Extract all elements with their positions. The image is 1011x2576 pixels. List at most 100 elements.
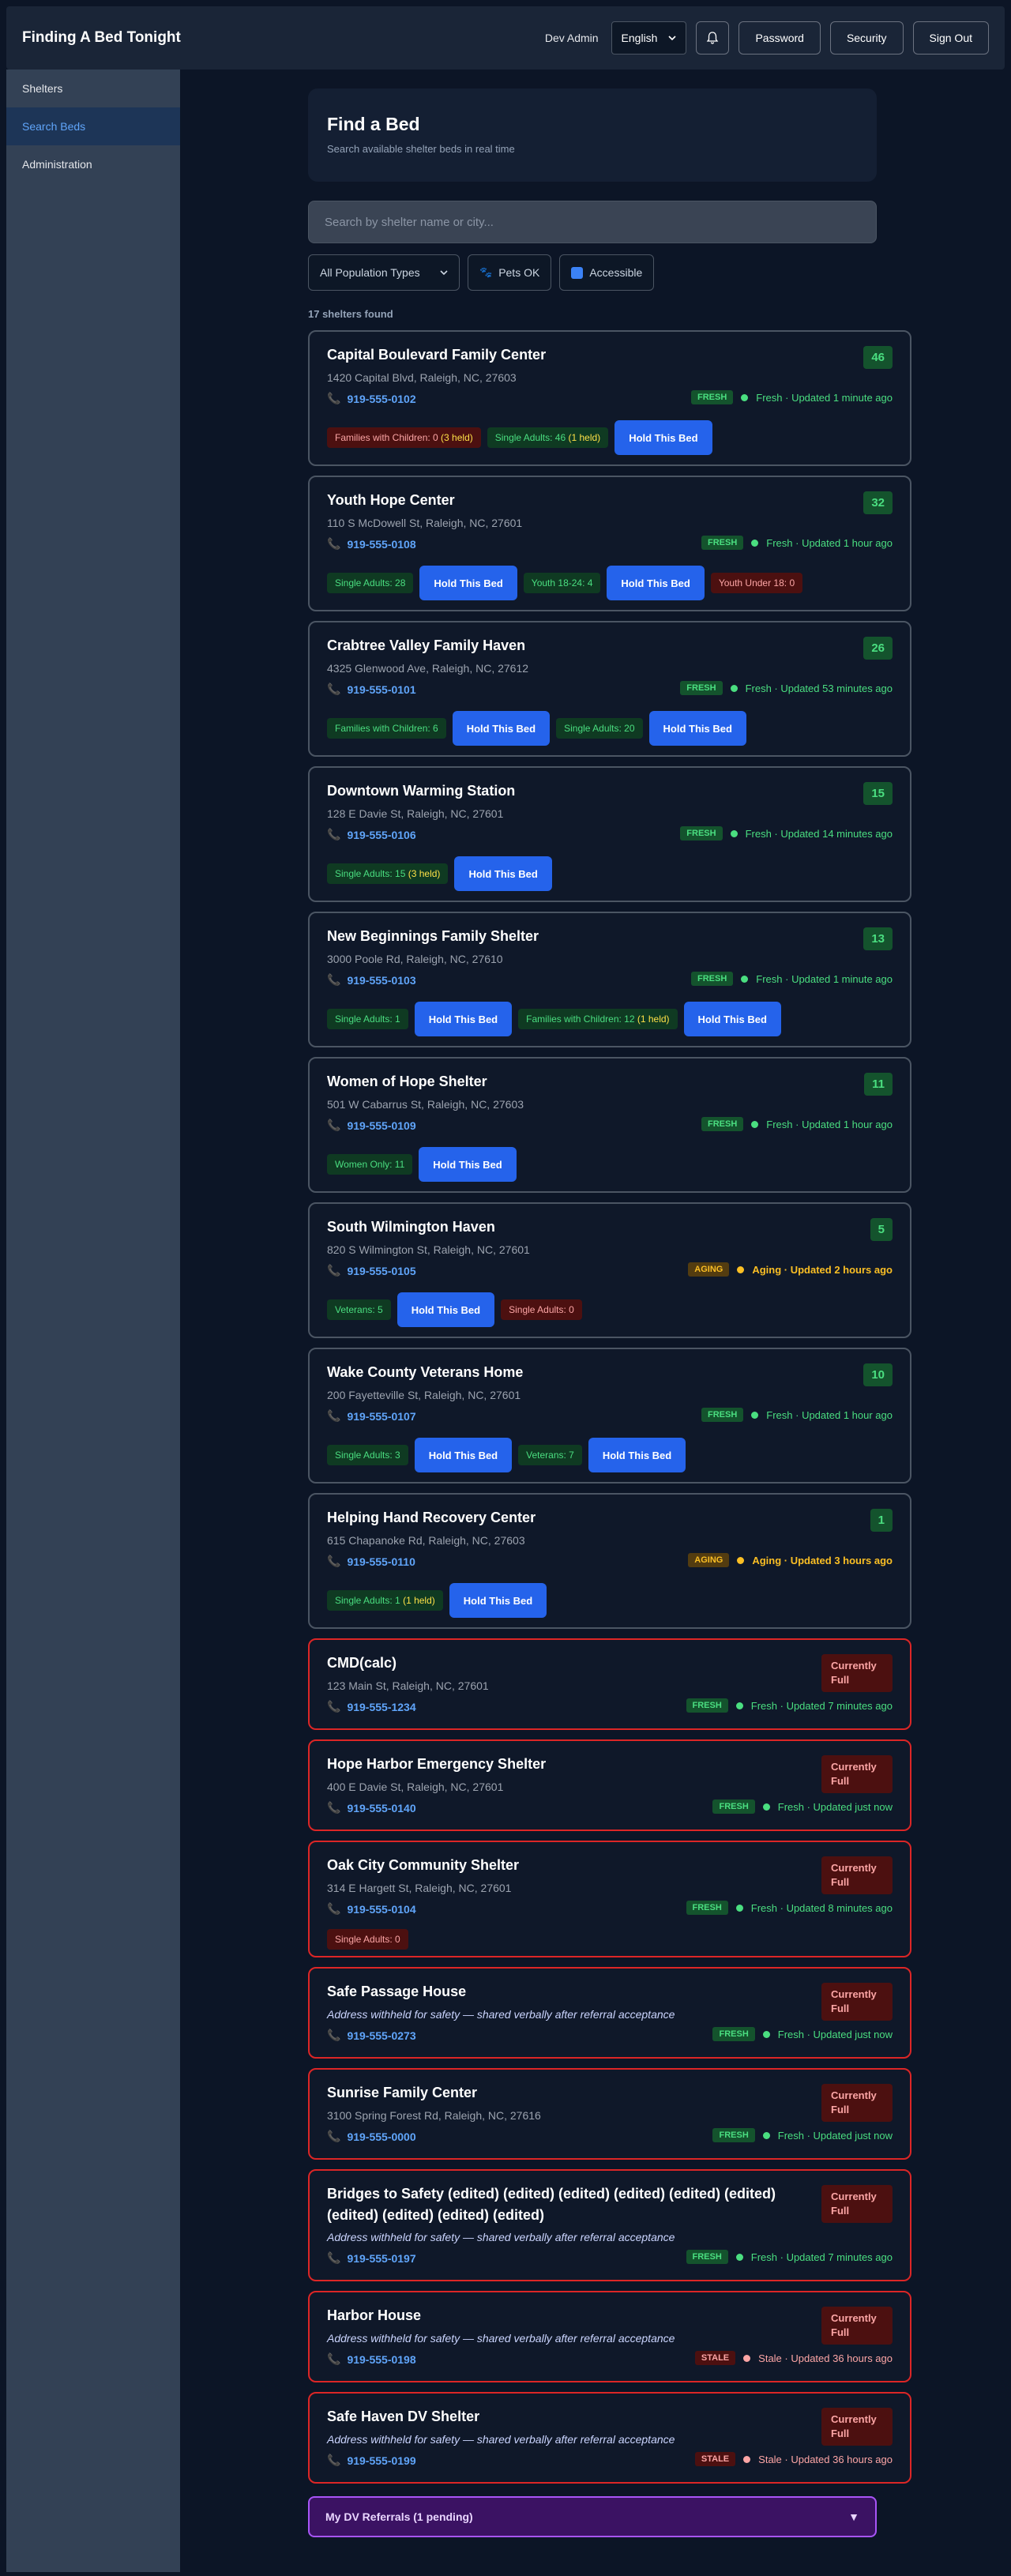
hold-bed-button[interactable]: Hold This Bed bbox=[419, 566, 517, 600]
language-select[interactable]: English bbox=[611, 21, 687, 55]
hold-bed-button[interactable]: Hold This Bed bbox=[454, 856, 552, 891]
shelter-card[interactable]: Crabtree Valley Family Haven 4325 Glenwoo… bbox=[308, 621, 911, 757]
shelter-phone-link[interactable]: 📞 919-555-1234 bbox=[327, 1700, 416, 1713]
shelter-name[interactable]: New Beginnings Family Shelter bbox=[327, 926, 539, 947]
phone-icon: 📞 bbox=[327, 1801, 341, 1814]
shelter-name[interactable]: Helping Hand Recovery Center bbox=[327, 1507, 536, 1529]
shelter-name[interactable]: Oak City Community Shelter bbox=[327, 1855, 519, 1876]
shelter-card[interactable]: Capital Boulevard Family Center 1420 Capi… bbox=[308, 330, 911, 466]
password-button[interactable]: Password bbox=[739, 21, 821, 55]
sidebar-item-shelters[interactable]: Shelters bbox=[6, 70, 180, 107]
notifications-button[interactable] bbox=[696, 21, 730, 55]
shelter-phone-link[interactable]: 📞 919-555-0104 bbox=[327, 1902, 416, 1916]
hold-bed-button[interactable]: Hold This Bed bbox=[607, 566, 705, 600]
accessible-filter[interactable]: Accessible bbox=[559, 254, 655, 291]
security-button[interactable]: Security bbox=[829, 21, 904, 55]
phone-number[interactable]: 919-555-0103 bbox=[347, 974, 415, 987]
shelter-phone-link[interactable]: 📞 919-555-0101 bbox=[327, 683, 416, 696]
phone-number[interactable]: 919-555-0104 bbox=[347, 1903, 415, 1916]
pets-ok-filter[interactable]: 🐾 Pets OK bbox=[468, 254, 552, 291]
shelter-card[interactable]: Safe Passage House Address withheld for s… bbox=[308, 1967, 911, 2059]
phone-number[interactable]: 919-555-0110 bbox=[347, 1555, 415, 1568]
phone-number[interactable]: 919-555-0198 bbox=[347, 2353, 415, 2366]
phone-number[interactable]: 919-555-0101 bbox=[347, 683, 415, 696]
shelter-name[interactable]: Hope Harbor Emergency Shelter bbox=[327, 1754, 546, 1775]
hold-bed-button[interactable]: Hold This Bed bbox=[614, 420, 712, 455]
shelter-name[interactable]: Capital Boulevard Family Center bbox=[327, 344, 546, 366]
shelter-name[interactable]: Harbor House bbox=[327, 2305, 421, 2326]
hold-bed-button[interactable]: Hold This Bed bbox=[414, 1002, 513, 1036]
phone-icon: 📞 bbox=[327, 973, 341, 986]
shelter-card[interactable]: CMD(calc) 123 Main St, Raleigh, NC, 27601… bbox=[308, 1638, 911, 1730]
shelter-name[interactable]: Wake County Veterans Home bbox=[327, 1362, 523, 1383]
shelter-phone-link[interactable]: 📞 919-555-0197 bbox=[327, 2251, 416, 2265]
sign-out-button[interactable]: Sign Out bbox=[912, 21, 989, 55]
shelter-card[interactable]: Downtown Warming Station 128 E Davie St, … bbox=[308, 766, 911, 902]
phone-number[interactable]: 919-555-0107 bbox=[347, 1410, 415, 1423]
shelter-name[interactable]: Youth Hope Center bbox=[327, 490, 455, 511]
phone-number[interactable]: 919-555-0140 bbox=[347, 1802, 415, 1814]
shelter-phone-link[interactable]: 📞 919-555-0199 bbox=[327, 2454, 416, 2467]
phone-number[interactable]: 919-555-1234 bbox=[347, 1701, 415, 1713]
population-row: Women Only: 11 Hold This Bed bbox=[327, 1147, 517, 1182]
hold-bed-button[interactable]: Hold This Bed bbox=[648, 711, 746, 746]
shelter-phone-link[interactable]: 📞 919-555-0105 bbox=[327, 1264, 416, 1277]
shelter-name[interactable]: South Wilmington Haven bbox=[327, 1217, 495, 1238]
shelter-card[interactable]: Sunrise Family Center 3100 Spring Forest … bbox=[308, 2068, 911, 2160]
phone-number[interactable]: 919-555-0199 bbox=[347, 2454, 415, 2467]
hold-bed-button[interactable]: Hold This Bed bbox=[449, 1583, 547, 1618]
shelter-phone-link[interactable]: 📞 919-555-0108 bbox=[327, 537, 416, 551]
dv-referrals-toggle[interactable]: My DV Referrals (1 pending) ▼ bbox=[308, 2496, 877, 2537]
shelter-name[interactable]: Crabtree Valley Family Haven bbox=[327, 635, 525, 656]
shelter-phone-link[interactable]: 📞 919-555-0273 bbox=[327, 2029, 416, 2042]
phone-number[interactable]: 919-555-0197 bbox=[347, 2252, 415, 2265]
shelter-phone-link[interactable]: 📞 919-555-0110 bbox=[327, 1555, 415, 1568]
shelter-phone-link[interactable]: 📞 919-555-0140 bbox=[327, 1801, 416, 1814]
shelter-name[interactable]: Bridges to Safety (edited) (edited) (edi… bbox=[327, 2183, 801, 2226]
shelter-card[interactable]: Youth Hope Center 110 S McDowell St, Rale… bbox=[308, 476, 911, 611]
shelter-card[interactable]: Helping Hand Recovery Center 615 Chapanok… bbox=[308, 1493, 911, 1629]
phone-number[interactable]: 919-555-0106 bbox=[347, 829, 415, 841]
sidebar-item-administration[interactable]: Administration bbox=[6, 145, 180, 183]
shelter-name[interactable]: CMD(calc) bbox=[327, 1653, 397, 1674]
shelter-card[interactable]: Oak City Community Shelter 314 E Hargett … bbox=[308, 1841, 911, 1957]
phone-number[interactable]: 919-555-0105 bbox=[347, 1265, 415, 1277]
shelter-phone-link[interactable]: 📞 919-555-0102 bbox=[327, 392, 416, 405]
shelter-card[interactable]: Bridges to Safety (edited) (edited) (edi… bbox=[308, 2169, 911, 2281]
hold-bed-button[interactable]: Hold This Bed bbox=[419, 1147, 517, 1182]
shelter-phone-link[interactable]: 📞 919-555-0109 bbox=[327, 1119, 416, 1132]
shelter-name[interactable]: Safe Passage House bbox=[327, 1981, 466, 2003]
shelter-name[interactable]: Sunrise Family Center bbox=[327, 2082, 477, 2104]
phone-number[interactable]: 919-555-0273 bbox=[347, 2029, 415, 2042]
shelter-card[interactable]: Harbor House Address withheld for safety … bbox=[308, 2291, 911, 2382]
hold-bed-button[interactable]: Hold This Bed bbox=[414, 1438, 513, 1472]
shelter-phone-link[interactable]: 📞 919-555-0103 bbox=[327, 973, 416, 987]
shelter-phone-link[interactable]: 📞 919-555-0106 bbox=[327, 828, 416, 841]
shelter-card[interactable]: South Wilmington Haven 820 S Wilmington S… bbox=[308, 1202, 911, 1338]
phone-number[interactable]: 919-555-0109 bbox=[347, 1119, 415, 1132]
shelter-card[interactable]: Wake County Veterans Home 200 Fayettevill… bbox=[308, 1348, 911, 1484]
sidebar-item-search-beds[interactable]: Search Beds bbox=[6, 107, 180, 145]
shelter-phone-link[interactable]: 📞 919-555-0107 bbox=[327, 1409, 416, 1423]
hold-bed-button[interactable]: Hold This Bed bbox=[683, 1002, 781, 1036]
phone-number[interactable]: 919-555-0108 bbox=[347, 538, 415, 551]
search-input[interactable]: Search by shelter name or city... bbox=[308, 201, 877, 243]
shelter-name[interactable]: Women of Hope Shelter bbox=[327, 1071, 487, 1092]
shelter-phone-link[interactable]: 📞 919-555-0000 bbox=[327, 2130, 416, 2143]
phone-number[interactable]: 919-555-0000 bbox=[347, 2130, 415, 2143]
app-title[interactable]: Finding A Bed Tonight bbox=[22, 29, 181, 47]
shelter-card[interactable]: New Beginnings Family Shelter 3000 Poole … bbox=[308, 912, 911, 1047]
shelter-card[interactable]: Hope Harbor Emergency Shelter 400 E Davie… bbox=[308, 1739, 911, 1831]
bell-icon bbox=[707, 32, 719, 44]
shelter-card[interactable]: Safe Haven DV Shelter Address withheld fo… bbox=[308, 2392, 911, 2484]
shelter-phone-link[interactable]: 📞 919-555-0198 bbox=[327, 2352, 416, 2366]
shelter-card[interactable]: Women of Hope Shelter 501 W Cabarrus St, … bbox=[308, 1057, 911, 1193]
hold-bed-button[interactable]: Hold This Bed bbox=[588, 1438, 686, 1472]
phone-number[interactable]: 919-555-0102 bbox=[347, 393, 415, 405]
hold-bed-button[interactable]: Hold This Bed bbox=[452, 711, 551, 746]
shelter-name[interactable]: Safe Haven DV Shelter bbox=[327, 2406, 479, 2427]
population-type-select[interactable]: All Population Types bbox=[308, 254, 460, 291]
shelter-name[interactable]: Downtown Warming Station bbox=[327, 780, 515, 802]
phone-icon: 📞 bbox=[327, 2130, 341, 2142]
hold-bed-button[interactable]: Hold This Bed bbox=[397, 1292, 495, 1327]
